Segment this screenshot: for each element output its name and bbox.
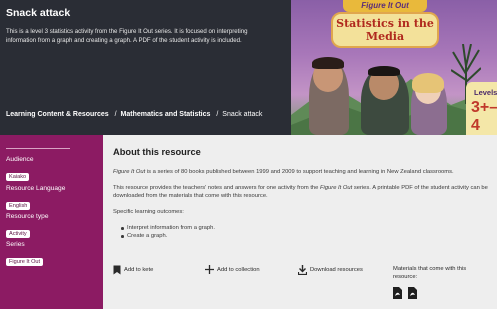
download-icon xyxy=(298,265,307,275)
plus-icon xyxy=(205,265,214,274)
series-name: Figure It Out xyxy=(320,185,353,191)
series-description: Figure It Out is a series of 80 books pu… xyxy=(113,168,493,176)
cover-image: Figure It Out Statistics in the Media Le… xyxy=(291,0,497,135)
levels-range: 3+–4 xyxy=(471,99,497,134)
main-content: About this resource Figure It Out is a s… xyxy=(103,135,497,309)
cover-title-box: Statistics in the Media xyxy=(331,12,439,48)
breadcrumb-learning-content[interactable]: Learning Content & Resources xyxy=(6,111,109,118)
breadcrumb-current: Snack attack xyxy=(222,111,263,118)
audience-label: Audience xyxy=(6,156,34,163)
pdf-file-icon[interactable] xyxy=(393,287,402,299)
student-hair xyxy=(368,66,400,76)
materials-label: Materials that come with this resource: xyxy=(393,266,467,280)
resource-type-tag[interactable]: Activity xyxy=(6,230,30,238)
resource-description: This resource provides the teachers' not… xyxy=(113,184,493,200)
outcomes-list: Interpret information from a graph. Crea… xyxy=(121,224,215,240)
download-resources-button[interactable]: Download resources xyxy=(298,265,363,275)
resource-summary: This is a level 3 statistics activity fr… xyxy=(6,28,248,44)
resource-type-label: Resource type xyxy=(6,213,49,220)
language-label: Resource Language xyxy=(6,185,66,192)
student-hair xyxy=(412,73,444,93)
resource-description-text: This resource provides the teachers' not… xyxy=(113,185,320,191)
download-resources-label: Download resources xyxy=(310,267,363,273)
audience-tag[interactable]: Kaiako xyxy=(6,173,30,181)
pdf-file-icon[interactable] xyxy=(408,287,417,299)
metadata-sidebar: Audience Kaiako Resource Language Englis… xyxy=(0,135,103,309)
cover-title: Statistics in the Media xyxy=(336,17,434,43)
bookmark-icon xyxy=(113,265,121,275)
series-description-text: is a series of 80 books published betwee… xyxy=(145,169,454,175)
breadcrumb: Learning Content & Resources / Mathemati… xyxy=(6,111,262,118)
series-label: Series xyxy=(6,241,25,248)
section-heading: About this resource xyxy=(113,147,201,157)
outcome-item: Interpret information from a graph. xyxy=(121,224,215,232)
series-tag[interactable]: Figure It Out xyxy=(6,258,44,266)
cover-series-banner: Figure It Out xyxy=(343,0,427,12)
language-tag[interactable]: English xyxy=(6,202,31,210)
sidebar-divider xyxy=(6,148,70,149)
outcomes-label: Specific learning outcomes: xyxy=(113,209,184,215)
outcome-item: Create a graph. xyxy=(121,232,215,240)
materials-files xyxy=(393,287,417,299)
breadcrumb-mathematics[interactable]: Mathematics and Statistics xyxy=(121,111,211,118)
series-name: Figure It Out xyxy=(113,169,146,175)
add-to-kete-label: Add to kete xyxy=(124,267,154,273)
language-group: Resource Language English xyxy=(6,185,65,212)
page-title: Snack attack xyxy=(6,7,71,19)
audience-group: Audience Kaiako xyxy=(6,156,34,183)
breadcrumb-separator: / xyxy=(114,111,117,118)
levels-label: Levels xyxy=(474,88,497,97)
student-hair xyxy=(312,57,344,69)
resource-type-group: Resource type Activity xyxy=(6,213,49,240)
add-to-collection-label: Add to collection xyxy=(217,266,260,273)
breadcrumb-separator: / xyxy=(216,111,219,118)
series-group: Series Figure It Out xyxy=(6,241,44,268)
add-to-kete-button[interactable]: Add to kete xyxy=(113,265,153,275)
add-to-collection-button[interactable]: Add to collection xyxy=(205,265,260,274)
